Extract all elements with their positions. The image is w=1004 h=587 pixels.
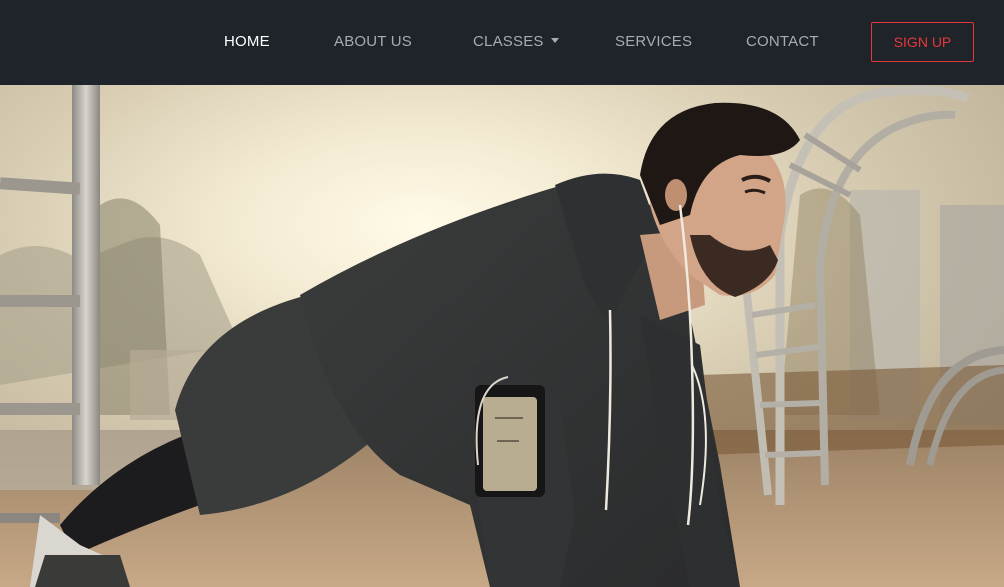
nav-item-services[interactable]: SERVICES (615, 33, 692, 51)
nav-item-classes[interactable]: CLASSES (473, 33, 559, 51)
nav-item-classes-label: CLASSES (473, 33, 544, 50)
top-navbar: HOME ABOUT US CLASSES SERVICES CONTACT S… (0, 0, 1004, 85)
nav-item-contact[interactable]: CONTACT (746, 33, 819, 51)
chevron-down-icon (550, 37, 559, 43)
main-nav: HOME ABOUT US CLASSES SERVICES CONTACT (0, 0, 1004, 85)
hero-banner (0, 85, 1004, 587)
nav-item-about-us[interactable]: ABOUT US (334, 33, 412, 51)
hero-image (0, 85, 1004, 587)
sign-up-button[interactable]: SIGN UP (871, 22, 974, 62)
nav-item-home[interactable]: HOME (224, 33, 270, 51)
